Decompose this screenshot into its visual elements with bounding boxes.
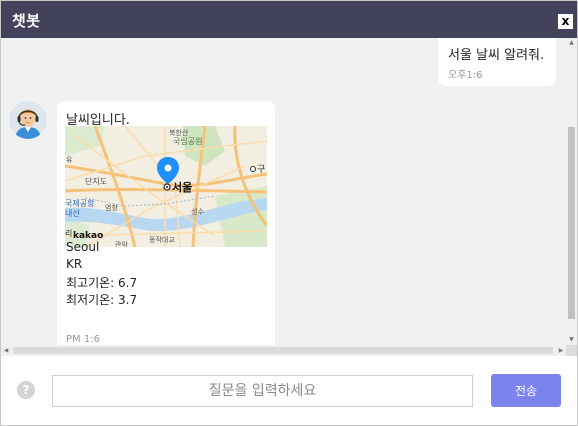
map-label-gu: 구 [257,164,265,175]
scroll-up-arrow-icon[interactable]: ▲ [566,38,577,48]
weather-min-temp: 최저기온: 3.7 [66,293,138,307]
map-label-dongjakdaegyo: 동작대교 [149,235,175,244]
bot-message-bubble: 날씨입니다. 북한산 국립공원 유 단지도 국제공항 내선 염창 구 성수 동작… [57,101,275,345]
question-circle-icon[interactable]: ? [17,381,35,399]
scrollbar-corner [566,345,577,356]
weather-country: KR [66,257,83,271]
send-button[interactable]: 전송 [491,374,561,407]
map-label-park: 국립공원 [173,137,202,146]
bot-message-time: PM 1:6 [66,334,100,345]
weather-max-temp: 최고기온: 6.7 [66,276,138,290]
map-label-ri: 리 [65,229,72,238]
horizontal-scrollbar[interactable]: ◀ ▶ [1,345,566,356]
vertical-scrollbar[interactable]: ▲ ▼ [566,38,577,345]
input-bar: ? 전송 [1,356,577,425]
map-label-gwanak: 관악 [115,240,128,247]
scroll-left-arrow-icon[interactable]: ◀ [1,345,11,356]
map-marker-label: 서울 [172,180,192,194]
scroll-right-arrow-icon[interactable]: ▶ [556,345,566,356]
scroll-down-arrow-icon[interactable]: ▼ [566,335,577,345]
map-label-airport-line: 내선 [65,209,80,218]
horizontal-scroll-thumb[interactable] [13,347,553,354]
map-label-seongsu: 성수 [191,207,204,216]
map-label-yeomchang: 염창 [105,204,118,212]
close-icon[interactable]: x [558,14,573,29]
window-title: 챗봇 [12,12,41,30]
user-message-time: 오후1:6 [448,70,483,81]
weather-city: Seoul [66,240,100,254]
question-input[interactable] [52,375,473,407]
map-view[interactable]: 북한산 국립공원 유 단지도 국제공항 내선 염창 구 성수 동작대교 리 관악 [65,126,267,247]
user-message-text: 서울 날씨 알려줘. [448,48,545,63]
chatbot-window: 챗봇 x 서울 날씨 알려줘. 오후1:6 날씨입니다. 북한산 국립공원 유 … [0,0,578,426]
vertical-scroll-thumb[interactable] [568,127,575,319]
bot-avatar [9,101,47,139]
map-label-danjido: 단지도 [85,176,107,186]
user-message-bubble: 서울 날씨 알려줘. 오후1:6 [438,38,556,86]
map-label-yu: 유 [66,156,73,164]
title-bar: 챗봇 x [1,1,577,38]
chat-messages[interactable]: 서울 날씨 알려줘. 오후1:6 날씨입니다. 북한산 국립공원 유 단지도 국… [1,38,566,345]
map-label-airport: 국제공항 [65,199,95,208]
map-label-area-top: 북한산 [169,128,189,137]
